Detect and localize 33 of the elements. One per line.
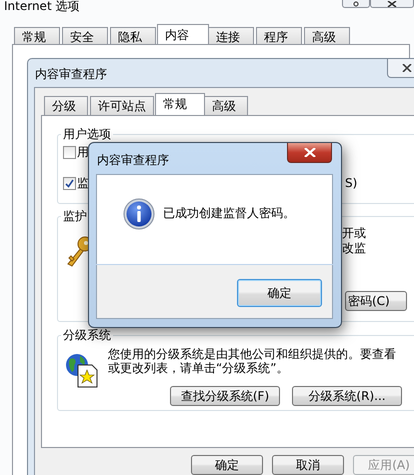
- checkbox[interactable]: [63, 146, 76, 158]
- ok-button[interactable]: 确定: [237, 279, 322, 307]
- group-label: 用户选项: [61, 127, 113, 141]
- dialog-button[interactable]: 确定: [191, 455, 263, 475]
- message-text: 已成功创建监督人密码。: [163, 205, 295, 222]
- option-label: S): [345, 176, 358, 190]
- checkbox[interactable]: [63, 176, 76, 190]
- tab[interactable]: 高级: [204, 96, 248, 115]
- tab[interactable]: 分级: [44, 96, 88, 115]
- description-text: 改监: [342, 241, 366, 256]
- group-label: 监护: [61, 209, 89, 223]
- globe-document-icon: [65, 353, 99, 389]
- close-button[interactable]: [287, 143, 332, 163]
- close-icon: [304, 148, 316, 157]
- close-button[interactable]: [370, 0, 414, 8]
- window-title: Internet 选项: [4, 0, 80, 12]
- option-label: 用: [77, 144, 89, 160]
- window-title: 内容审查程序: [97, 152, 169, 169]
- description-text: 您使用的分级系统是由其他公司和组织提供的。要查看或更改列表，请单击“分级系统”。: [108, 347, 397, 375]
- close-icon: [387, 0, 397, 6]
- info-icon: [123, 198, 155, 230]
- help-button[interactable]: [342, 0, 370, 8]
- dialog-button[interactable]: 取消: [272, 455, 344, 475]
- group-label: 分级系统: [61, 328, 113, 342]
- description-text: 开或: [342, 226, 366, 241]
- password-button[interactable]: 密码(C): [345, 291, 407, 311]
- option-label: 监: [77, 174, 89, 192]
- action-button[interactable]: 查找分级系统(F): [170, 386, 280, 406]
- tab[interactable]: 许可站点: [90, 96, 154, 115]
- action-button[interactable]: 分级系统(R)...: [292, 386, 402, 406]
- window-title: 内容审查程序: [35, 66, 107, 83]
- close-icon: [402, 64, 412, 72]
- tab[interactable]: 常规: [155, 93, 205, 115]
